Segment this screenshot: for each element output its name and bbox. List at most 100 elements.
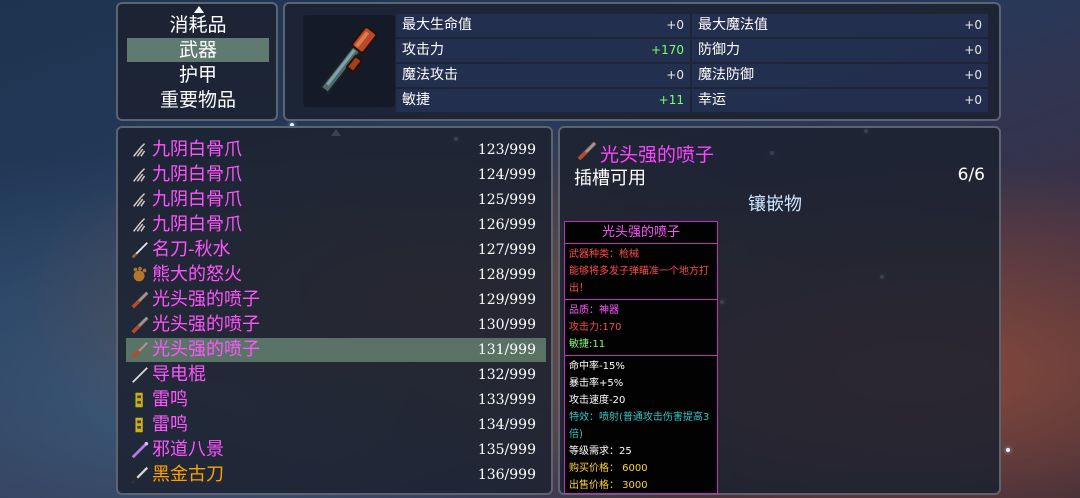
socket-available-label: 插槽可用 [574,168,646,189]
category-key-items[interactable]: 重要物品 [127,88,269,112]
stat-max-hp: 最大生命值 +0 [396,14,690,37]
socket-count: 6/6 [957,165,985,185]
stat-defense: 防御力 +0 [692,39,988,62]
item-count: 133/999 [477,392,536,408]
hit-rate: 命中率-15% [569,361,625,372]
shotgun-icon [131,341,149,359]
stat-magic-defense: 魔法防御 +0 [692,64,988,87]
item-count: 128/999 [477,267,536,283]
item-name: 光头强的喷子 [152,289,260,310]
item-count: 125/999 [477,192,536,208]
item-list: 九阴白骨爪 123/999 九阴白骨爪 124/999 九阴白骨爪 125/999 九阴白骨… [116,126,553,495]
item-tooltip: 光头强的喷子 武器种类：枪械 能够将多发子弹瞄准一个地方打出！ 品质：神器 攻击… [564,221,718,494]
stat-label: 魔法防御 [698,67,754,83]
item-row[interactable]: 九阴白骨爪 124/999 [126,163,546,187]
agility-stat: 敏捷:11 [569,339,606,350]
stat-value: +11 [658,93,684,107]
item-count: 127/999 [477,242,536,258]
item-row[interactable]: 熊大的怒火 128/999 [126,263,546,287]
weapon-type: 武器种类：枪械 [569,249,639,260]
item-name: 九阴白骨爪 [152,189,242,210]
stat-label: 幸运 [698,92,726,108]
tooltip-description: 武器种类：枪械 能够将多发子弹瞄准一个地方打出！ [565,244,717,300]
stat-value: +0 [964,43,982,57]
item-row[interactable]: 黑金古刀 136/999 [126,463,546,487]
shotgun-icon [577,141,597,161]
category-armor[interactable]: 护甲 [127,63,269,87]
item-name: 熊大的怒火 [152,264,242,285]
item-name: 名刀-秋水 [152,239,231,260]
stat-luck: 幸运 +0 [692,89,988,112]
inlay-label[interactable]: 镶嵌物 [748,190,802,216]
item-row[interactable]: 光头强的喷子 129/999 [126,288,546,312]
shotgun-icon [131,316,149,334]
item-name: 导电棍 [152,364,206,385]
stat-label: 敏捷 [402,92,430,108]
stat-label: 最大魔法值 [698,17,768,33]
blade-icon [131,466,149,484]
thunder-icon [135,392,143,408]
category-weapons[interactable]: 武器 [127,38,269,62]
item-count: 123/999 [477,142,536,158]
item-count: 124/999 [477,167,536,183]
shotgun-icon [131,291,149,309]
item-row[interactable]: 雷鸣 133/999 [126,388,546,412]
stat-label: 魔法攻击 [402,67,458,83]
item-row[interactable]: 邪道八景 135/999 [126,438,546,462]
equipment-stats-panel: 最大生命值 +0 最大魔法值 +0 攻击力 +170 防御力 +0 魔法攻击 +… [283,2,1001,121]
shotgun-icon [319,26,377,95]
tooltip-title: 光头强的喷子 [565,222,717,244]
item-row[interactable]: 九阴白骨爪 126/999 [126,213,546,237]
category-consumables[interactable]: 消耗品 [127,13,269,37]
stat-value: +0 [964,68,982,82]
item-row[interactable]: 光头强的喷子 131/999 [126,338,546,362]
item-name: 光头强的喷子 [152,339,260,360]
stat-value: +0 [964,93,982,107]
stat-attack: 攻击力 +170 [396,39,690,62]
item-count: 134/999 [477,417,536,433]
item-name: 光头强的喷子 [600,144,715,166]
weapon-preview [303,15,395,107]
item-count: 126/999 [477,217,536,233]
stat-magic-attack: 魔法攻击 +0 [396,64,690,87]
item-row[interactable]: 名刀-秋水 127/999 [126,238,546,262]
sparkle [1006,448,1010,452]
item-name: 邪道八景 [152,439,224,460]
stat-value: +0 [964,18,982,32]
scroll-up-arrow-icon[interactable] [194,6,204,13]
sword-icon [131,242,148,259]
item-name: 雷鸣 [152,414,188,435]
attack-stat: 攻击力:170 [569,322,622,333]
item-name: 雷鸣 [152,389,188,410]
item-count: 129/999 [477,292,536,308]
stat-label: 最大生命值 [402,17,472,33]
tooltip-extra-stats: 命中率-15% 暴击率+5% 攻击速度-20 特效：喷射(普通攻击伤害提高3倍)… [565,356,717,496]
thunder-icon [135,417,143,433]
item-count: 130/999 [477,317,536,333]
item-count: 135/999 [477,442,536,458]
claw-icon [133,193,146,207]
item-count: 131/999 [477,342,536,358]
item-row[interactable]: 九阴白骨爪 125/999 [126,188,546,212]
item-name: 九阴白骨爪 [152,139,242,160]
stat-label: 攻击力 [402,42,444,58]
claw-icon [133,168,146,182]
special-effect: 特效：喷射(普通攻击伤害提高3倍) [569,412,710,440]
item-count: 136/999 [477,467,536,483]
attack-speed: 攻击速度-20 [569,395,626,406]
item-name: 黑金古刀 [152,464,224,485]
item-row[interactable]: 光头强的喷子 130/999 [126,313,546,337]
tooltip-base-stats: 品质：神器 攻击力:170 敏捷:11 [565,300,717,356]
item-name: 光头强的喷子 [152,314,260,335]
item-count: 132/999 [477,367,536,383]
item-row[interactable]: 导电棍 132/999 [126,363,546,387]
item-row[interactable]: 雷鸣 134/999 [126,413,546,437]
claw-icon [133,218,146,232]
item-row[interactable]: 九阴白骨爪 123/999 [126,138,546,162]
item-name: 九阴白骨爪 [152,164,242,185]
stat-label: 防御力 [698,42,740,58]
level-requirement: 等级需求：25 [569,446,632,457]
wand-icon [131,441,149,459]
stat-agility: 敏捷 +11 [396,89,690,112]
claw-icon [133,143,146,157]
